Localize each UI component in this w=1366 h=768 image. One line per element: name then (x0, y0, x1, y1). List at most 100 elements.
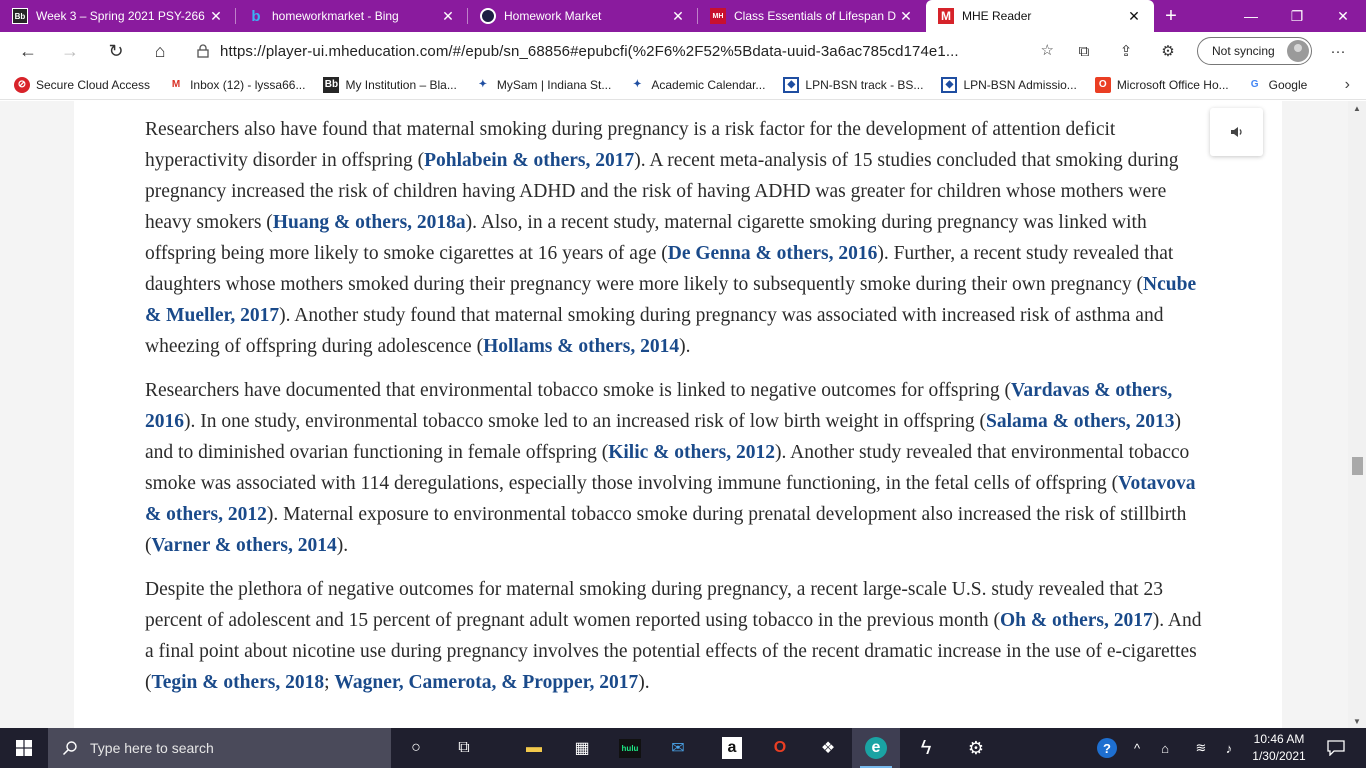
bookmark-my-institution[interactable]: Bb My Institution – Bla... (323, 76, 457, 93)
class-essentials-icon: MH (710, 8, 726, 24)
extensions-icon[interactable]: ⚙ (1152, 35, 1184, 67)
bookmark-microsoft-office[interactable]: O Microsoft Office Ho... (1094, 76, 1229, 93)
mail-icon[interactable]: ✉ (654, 728, 702, 768)
close-icon[interactable]: ✕ (896, 8, 916, 25)
gmail-icon: M (171, 79, 181, 90)
cortana-icon[interactable]: ○ (392, 728, 440, 768)
tab-class-essentials[interactable]: MH Class Essentials of Lifespan De ✕ (698, 0, 926, 32)
bookmark-lpn-bsn-track[interactable]: ◆ LPN-BSN track - BS... (783, 76, 924, 93)
citation-link[interactable]: De Genna & others, 2016 (668, 243, 878, 264)
edge-label: e (865, 737, 887, 759)
amazon-icon[interactable]: a (708, 728, 756, 768)
new-tab-button[interactable]: + (1154, 0, 1188, 32)
reader-text: Researchers also have found that materna… (145, 114, 1207, 711)
tab-homework-market[interactable]: Homework Market ✕ (468, 0, 698, 32)
volume-icon[interactable]: ♪ (1218, 728, 1240, 768)
bookmark-label: Secure Cloud Access (36, 77, 151, 92)
citation-link[interactable]: Huang & others, 2018a (273, 212, 466, 233)
amazon-label: a (722, 737, 742, 759)
mhe-icon: M (938, 8, 954, 24)
taskbar-search[interactable]: Type here to search (48, 728, 391, 768)
minimize-button[interactable]: — (1228, 0, 1274, 32)
scroll-down-button[interactable]: ▼ (1348, 714, 1366, 728)
citation-link[interactable]: Oh & others, 2017 (1000, 610, 1153, 631)
lightning-icon[interactable]: ϟ (902, 728, 950, 768)
home-button[interactable]: ⌂ (142, 35, 178, 67)
bookmark-inbox[interactable]: M Inbox (12) - lyssa66... (168, 77, 306, 93)
scroll-thumb[interactable] (1352, 457, 1363, 475)
citation-link[interactable]: Wagner, Camerota, & Propper, 2017 (334, 672, 638, 693)
bookmark-mysam[interactable]: ✦ MySam | Indiana St... (475, 77, 612, 93)
refresh-button[interactable]: ↻ (98, 35, 134, 67)
hulu-icon[interactable]: hulu (606, 728, 654, 768)
citation-link[interactable]: Hollams & others, 2014 (483, 336, 679, 357)
citation-link[interactable]: Kilic & others, 2012 (608, 442, 775, 463)
more-menu-icon[interactable]: ··· (1322, 35, 1354, 67)
network-icon[interactable]: ⌂ (1154, 728, 1176, 768)
search-icon (62, 741, 77, 756)
citation-link[interactable]: Tegin & others, 2018 (152, 672, 325, 693)
office-icon[interactable]: O (756, 728, 804, 768)
paragraph-text: ). (336, 535, 349, 556)
bookmark-label: LPN-BSN track - BS... (805, 77, 924, 92)
paragraph-text: ; (324, 672, 335, 693)
file-explorer-icon[interactable]: ▬ (510, 728, 558, 768)
audio-button[interactable] (1210, 108, 1263, 156)
share-icon[interactable]: ⇪ (1110, 35, 1142, 67)
paragraph-text: ). (679, 336, 691, 357)
start-button[interactable] (0, 728, 48, 768)
settings-icon[interactable]: ⚙ (952, 728, 1000, 768)
bookmark-lpn-bsn-admission[interactable]: ◆ LPN-BSN Admissio... (941, 76, 1077, 93)
page-bookmark-icon: ◆ (941, 76, 958, 93)
paragraph: Researchers have documented that environ… (145, 375, 1207, 561)
scrollbar[interactable]: ▲ ▼ (1348, 101, 1366, 728)
bookmark-secure-cloud[interactable]: ⊘ Secure Cloud Access (14, 76, 151, 93)
collections-icon[interactable]: ⧉ (1068, 35, 1100, 67)
address-bar: ← → ↻ ⌂ https://player-ui.mheducation.co… (0, 32, 1366, 70)
help-icon[interactable]: ? (1094, 728, 1120, 768)
tab-mhe-reader[interactable]: M MHE Reader ✕ (926, 0, 1154, 32)
bookmark-label: Inbox (12) - lyssa66... (190, 77, 306, 92)
notifications-icon[interactable] (1318, 728, 1354, 768)
chevron-right-icon[interactable]: › (1345, 76, 1350, 94)
taskbar: Type here to search ○ ⧉ ▬ ▦ hulu ✉ a O ❖… (0, 728, 1366, 768)
page-margin-right (1282, 101, 1348, 728)
speaker-icon (1230, 127, 1242, 137)
close-icon[interactable]: ✕ (1124, 8, 1144, 25)
star-bookmark-icon: ✦ (633, 79, 642, 90)
close-icon[interactable]: ✕ (438, 8, 458, 25)
citation-link[interactable]: Salama & others, 2013 (986, 411, 1175, 432)
chevron-up-icon[interactable]: ^ (1126, 728, 1148, 768)
tab-bing[interactable]: b homeworkmarket - Bing ✕ (236, 0, 468, 32)
tab-title: Week 3 – Spring 2021 PSY-266 (36, 9, 205, 23)
profile-button[interactable]: Not syncing (1197, 37, 1312, 65)
url-text[interactable]: https://player-ui.mheducation.com/#/epub… (220, 43, 1010, 60)
restore-button[interactable]: ❐ (1274, 0, 1320, 32)
bookmark-label: MySam | Indiana St... (496, 77, 612, 92)
windows-icon (16, 740, 32, 756)
dropbox-icon[interactable]: ❖ (804, 728, 852, 768)
forward-button[interactable]: → (52, 35, 88, 67)
clock[interactable]: 10:46 AM 1/30/2021 (1248, 731, 1310, 765)
citation-link[interactable]: Pohlabein & others, 2017 (424, 150, 634, 171)
tab-week3[interactable]: Bb Week 3 – Spring 2021 PSY-266 ✕ (0, 0, 236, 32)
bing-icon: b (251, 7, 261, 25)
url-bar[interactable]: https://player-ui.mheducation.com/#/epub… (196, 37, 1058, 65)
back-button[interactable]: ← (10, 35, 46, 67)
edge-icon[interactable]: e (852, 728, 900, 768)
task-view-icon[interactable]: ⧉ (440, 728, 488, 768)
bookmark-google[interactable]: G Google (1247, 77, 1308, 93)
help-glyph: ? (1097, 738, 1117, 758)
google-icon: G (1250, 79, 1259, 90)
store-icon[interactable]: ▦ (558, 728, 606, 768)
scroll-up-button[interactable]: ▲ (1348, 101, 1366, 115)
close-icon[interactable]: ✕ (206, 8, 226, 25)
reader-viewport: Researchers also have found that materna… (0, 101, 1366, 728)
close-window-button[interactable]: ✕ (1320, 0, 1366, 32)
citation-link[interactable]: Varner & others, 2014 (152, 535, 337, 556)
bookmark-academic-calendar[interactable]: ✦ Academic Calendar... (629, 77, 765, 93)
wifi-icon[interactable]: ≋ (1190, 728, 1212, 768)
add-favorite-icon[interactable]: ☆ (1041, 41, 1054, 59)
office-icon: O (1094, 76, 1111, 93)
close-icon[interactable]: ✕ (668, 8, 688, 25)
